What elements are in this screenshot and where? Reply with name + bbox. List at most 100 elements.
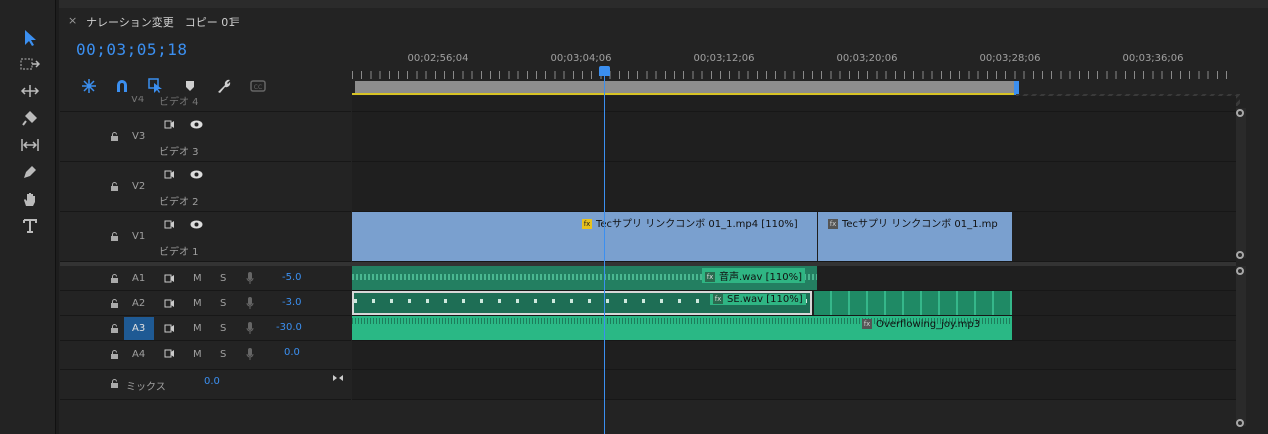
microphone-icon[interactable] <box>246 272 254 284</box>
track-id[interactable]: V2 <box>132 181 145 192</box>
mute-button[interactable]: M <box>193 349 202 360</box>
lock-icon[interactable] <box>110 274 119 283</box>
sync-lock-icon[interactable] <box>164 349 175 358</box>
video-clip[interactable]: fx Tecサプリ リンクコンボ 01_1.mp4 [110%] <box>352 212 817 261</box>
lock-icon[interactable] <box>110 299 119 308</box>
lock-icon[interactable] <box>110 324 119 333</box>
track-name: ビデオ 1 <box>159 247 199 258</box>
track-lane-v2[interactable] <box>352 162 1236 212</box>
solo-button[interactable]: S <box>220 349 226 360</box>
track-name: ビデオ 3 <box>159 147 199 158</box>
sync-lock-icon[interactable] <box>164 220 175 229</box>
track-header-v2: V2 ビデオ 2 <box>60 162 351 212</box>
playhead-line[interactable] <box>604 70 605 434</box>
scroll-handle-bottom[interactable] <box>1236 251 1244 259</box>
track-header-v3: V3 ビデオ 3 <box>60 112 351 162</box>
mix-volume[interactable]: 0.0 <box>204 376 220 387</box>
solo-button[interactable]: S <box>220 273 226 284</box>
linked-selection-icon[interactable] <box>147 78 165 94</box>
scroll-handle-bottom[interactable] <box>1236 419 1244 427</box>
ruler-label: 00;03;12;06 <box>693 53 755 64</box>
playhead-timecode[interactable]: 00;03;05;18 <box>76 40 187 59</box>
nest-sequence-icon[interactable] <box>80 78 98 94</box>
video-clip[interactable]: fx Tecサプリ リンクコンボ 01_1.mp <box>818 212 1012 261</box>
captions-icon[interactable]: CC <box>249 78 267 94</box>
track-header-v1: V1 ビデオ 1 <box>60 212 351 262</box>
track-volume[interactable]: -3.0 <box>282 297 302 308</box>
audio-clip[interactable]: fx Overflowing_joy.mp3 <box>352 316 1012 340</box>
lock-icon[interactable] <box>110 232 119 241</box>
sync-lock-icon[interactable] <box>164 299 175 308</box>
mix-collapse-icon[interactable] <box>332 374 344 382</box>
ruler-label: 00;03;04;06 <box>550 53 612 64</box>
mute-button[interactable]: M <box>193 298 202 309</box>
hand-tool-icon[interactable] <box>15 188 45 210</box>
ripple-edit-tool-icon[interactable] <box>15 80 45 102</box>
track-header-a3: A3 M S -30.0 <box>60 316 351 341</box>
selection-tool-icon[interactable] <box>15 27 45 49</box>
ruler-label: 00;03;36;06 <box>1122 53 1184 64</box>
work-area-end-handle[interactable] <box>1014 81 1019 95</box>
video-track-scrollbar[interactable] <box>1236 108 1246 258</box>
tab-menu-icon[interactable]: ≡ <box>230 13 240 27</box>
scroll-handle-top[interactable] <box>1236 267 1244 275</box>
audio-clip[interactable]: fx 音声.wav [110%] <box>352 266 817 290</box>
microphone-icon[interactable] <box>246 348 254 360</box>
track-lane-v3[interactable] <box>352 112 1236 162</box>
tab-close-icon[interactable]: × <box>68 14 77 27</box>
lock-icon[interactable] <box>110 132 119 141</box>
work-area-line <box>352 93 1014 95</box>
solo-button[interactable]: S <box>220 298 226 309</box>
eye-icon[interactable] <box>190 170 203 179</box>
lock-icon[interactable] <box>110 379 119 388</box>
audio-clip[interactable]: fx SE.wav [110%] <box>352 291 812 315</box>
track-volume[interactable]: -5.0 <box>282 272 302 283</box>
track-lane-a4[interactable] <box>352 341 1236 370</box>
track-lane-v4[interactable] <box>352 96 1236 112</box>
sync-lock-icon[interactable] <box>164 170 175 179</box>
fx-badge-icon: fx <box>828 219 838 229</box>
lock-icon[interactable] <box>110 182 119 191</box>
track-id[interactable]: A4 <box>132 349 145 360</box>
timeline-settings-wrench-icon[interactable] <box>215 78 233 94</box>
track-header-a2: A2 M S -3.0 <box>60 291 351 316</box>
type-tool-icon[interactable] <box>15 215 45 237</box>
razor-tool-icon[interactable] <box>15 107 45 129</box>
lock-icon[interactable] <box>110 350 119 359</box>
track-lane-mix <box>352 370 1236 400</box>
ruler-label: 00;03;20;06 <box>836 53 898 64</box>
work-area-bar[interactable] <box>355 81 1015 93</box>
sequence-tab-title[interactable]: ナレーション変更 コピー 01 <box>86 14 235 30</box>
add-marker-icon[interactable] <box>181 78 199 94</box>
panel-top-strip <box>59 0 1268 8</box>
eye-icon[interactable] <box>190 120 203 129</box>
clip-label: Tecサプリ リンクコンボ 01_1.mp4 [110%] <box>596 219 798 230</box>
eye-icon[interactable] <box>190 220 203 229</box>
track-volume[interactable]: 0.0 <box>284 347 300 358</box>
snap-magnet-icon[interactable] <box>113 78 131 94</box>
audio-track-scrollbar[interactable] <box>1236 266 1246 426</box>
track-volume[interactable]: -30.0 <box>276 322 302 333</box>
pen-tool-icon[interactable] <box>15 161 45 183</box>
track-id[interactable]: A3 <box>132 323 145 334</box>
mute-button[interactable]: M <box>193 323 202 334</box>
sync-lock-icon[interactable] <box>164 324 175 333</box>
slip-tool-icon[interactable] <box>15 134 45 156</box>
track-id[interactable]: V1 <box>132 231 145 242</box>
microphone-icon[interactable] <box>246 297 254 309</box>
track-name: ビデオ 4 <box>159 97 199 108</box>
mute-button[interactable]: M <box>193 273 202 284</box>
track-id[interactable]: V3 <box>132 131 145 142</box>
track-select-tool-icon[interactable] <box>15 53 45 75</box>
microphone-icon[interactable] <box>246 322 254 334</box>
solo-button[interactable]: S <box>220 323 226 334</box>
fx-badge-icon: fx <box>582 219 592 229</box>
audio-clip-segments[interactable] <box>814 291 1012 315</box>
sync-lock-icon[interactable] <box>164 274 175 283</box>
track-id[interactable]: A2 <box>132 298 145 309</box>
track-id[interactable]: A1 <box>132 273 145 284</box>
scroll-handle-top[interactable] <box>1236 109 1244 117</box>
svg-text:CC: CC <box>254 84 262 91</box>
sync-lock-icon[interactable] <box>164 120 175 129</box>
track-header-v4: V4 ビデオ 4 <box>60 96 351 112</box>
